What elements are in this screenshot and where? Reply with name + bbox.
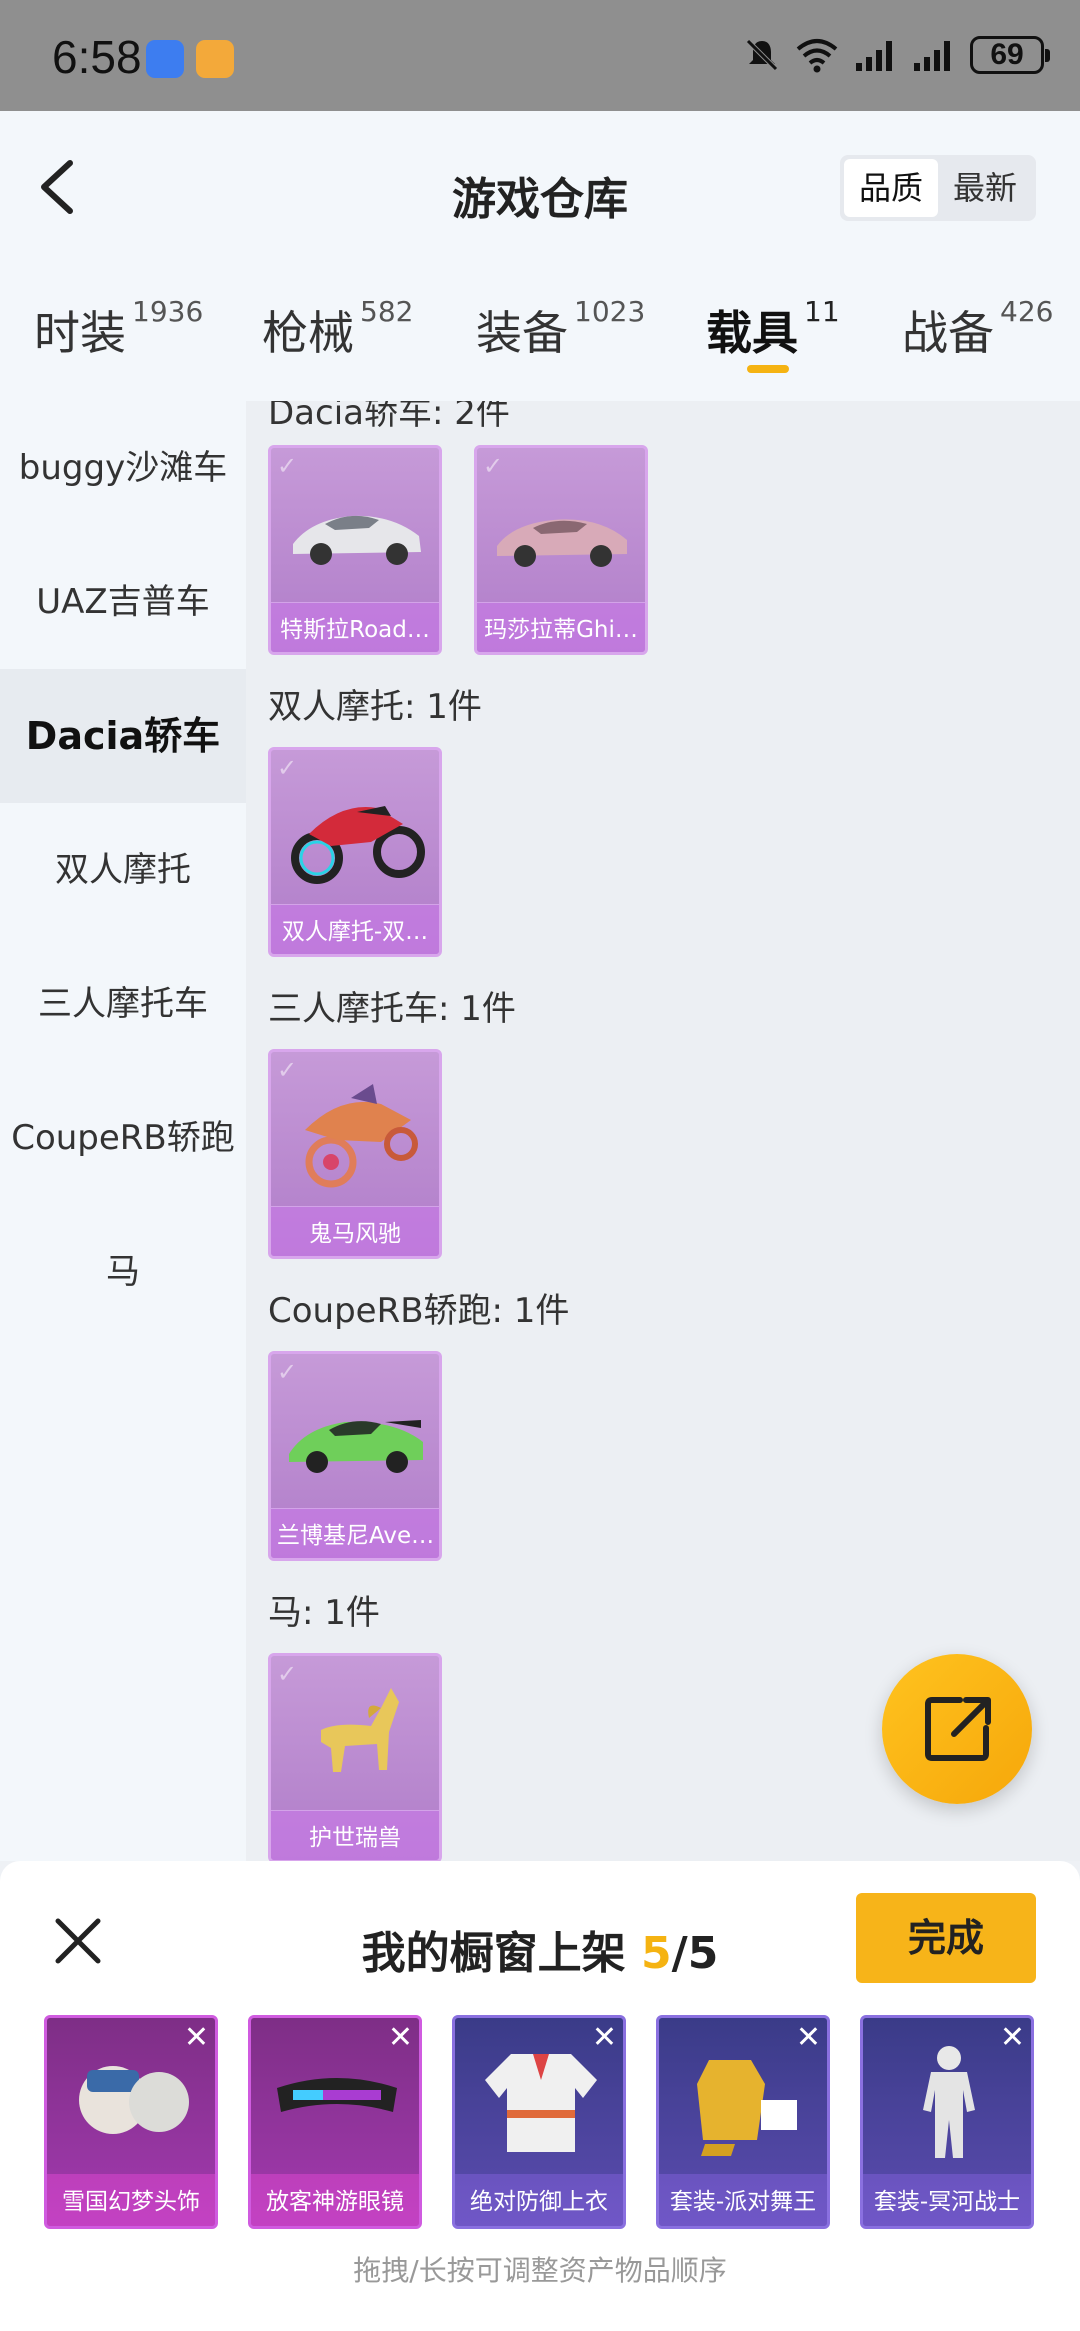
page-header: 游戏仓库 品质 最新 时装 1936 枪械 582 装备 1023 载具 11 战备 42… xyxy=(0,111,1080,401)
sidebar-item-dacia[interactable]: Dacia轿车 xyxy=(0,669,246,803)
showcase-item[interactable]: ✕ 套装-冥河战士 xyxy=(860,2015,1034,2229)
showcase-title-text: 我的橱窗上架 xyxy=(361,1928,641,1979)
notification-app-icon xyxy=(196,40,234,78)
vehicle-name: 兰博基尼Ave… xyxy=(277,1523,435,1549)
sidebar-item-uaz[interactable]: UAZ吉普车 xyxy=(0,535,246,669)
showcase-item-name: 套装-派对舞王 xyxy=(669,2189,817,2215)
status-icons: 69 xyxy=(744,36,1050,74)
battery-indicator: 69 xyxy=(970,36,1050,74)
sort-option-newest[interactable]: 最新 xyxy=(938,159,1032,217)
tab-fashion[interactable]: 时装 1936 xyxy=(34,295,204,387)
car-thumbnail xyxy=(293,515,421,565)
signal-icon xyxy=(914,41,950,71)
car-thumbnail xyxy=(497,519,627,567)
showcase-item[interactable]: ✕ 套装-派对舞王 xyxy=(656,2015,830,2229)
remove-icon[interactable]: ✕ xyxy=(592,2020,617,2055)
tab-supplies[interactable]: 战备 426 xyxy=(902,295,1054,387)
outfit-thumbnail xyxy=(923,2046,975,2158)
showcase-item[interactable]: ✕ 雪国幻梦头饰 xyxy=(44,2015,218,2229)
remove-icon[interactable]: ✕ xyxy=(388,2020,413,2055)
section-title: Dacia轿车: 2件 xyxy=(268,401,510,433)
notification-app-icon xyxy=(146,40,184,78)
motorcycle-thumbnail xyxy=(305,1084,418,1188)
share-fab[interactable] xyxy=(882,1654,1032,1804)
vehicle-name: 玛莎拉蒂Ghi… xyxy=(484,617,638,643)
showcase-count: 5 xyxy=(641,1928,672,1979)
showcase-panel: 我的橱窗上架 5/5 完成 ✕ 雪国幻梦头饰 ✕ 放客神游眼镜 ✕ 绝对防御上衣… xyxy=(0,1861,1080,2331)
done-button[interactable]: 完成 xyxy=(856,1893,1036,1983)
tab-count: 11 xyxy=(804,295,840,328)
section-title: 马: 1件 xyxy=(268,1593,380,1633)
tab-count: 1023 xyxy=(574,295,646,328)
section-title: 三人摩托车: 1件 xyxy=(268,989,516,1029)
remove-icon[interactable]: ✕ xyxy=(796,2020,821,2055)
active-tab-indicator xyxy=(747,365,789,373)
tab-equipment[interactable]: 装备 1023 xyxy=(476,295,646,387)
headwear-thumbnail xyxy=(79,2066,189,2134)
showcase-item[interactable]: ✕ 放客神游眼镜 xyxy=(248,2015,422,2229)
car-thumbnail xyxy=(289,1420,423,1473)
status-bar: 6:58 69 xyxy=(0,0,1080,111)
mute-icon xyxy=(746,39,778,71)
tab-label: 枪械 xyxy=(262,306,354,360)
vehicle-card[interactable]: ✓ 护世瑞兽 xyxy=(268,1653,442,1861)
section-title: CoupeRB轿跑: 1件 xyxy=(268,1291,570,1331)
category-tabs: 时装 1936 枪械 582 装备 1023 载具 11 战备 426 xyxy=(0,295,1080,387)
share-icon xyxy=(925,1697,991,1761)
vehicle-name: 特斯拉Road… xyxy=(280,617,430,643)
sidebar-item-horse[interactable]: 马 xyxy=(0,1205,246,1339)
sidebar-item-three-seat-moto[interactable]: 三人摩托车 xyxy=(0,937,246,1071)
showcase-item-name: 雪国幻梦头饰 xyxy=(62,2189,200,2215)
glasses-thumbnail xyxy=(277,2078,397,2112)
tab-guns[interactable]: 枪械 582 xyxy=(262,295,414,387)
tab-count: 426 xyxy=(1000,295,1054,328)
remove-icon[interactable]: ✕ xyxy=(184,2020,209,2055)
showcase-item-name: 放客神游眼镜 xyxy=(266,2189,404,2215)
remove-icon[interactable]: ✕ xyxy=(1000,2020,1025,2055)
tab-label: 时装 xyxy=(34,306,126,360)
vehicle-list[interactable]: Dacia轿车: 2件 ✓ 特斯拉Road… ✓ 玛莎拉蒂Ghi… 双人摩托: … xyxy=(246,401,1080,1861)
sidebar-item-coupe[interactable]: CoupeRB轿跑 xyxy=(0,1071,246,1205)
vehicle-card[interactable]: ✓ 鬼马风驰 xyxy=(268,1049,442,1259)
tab-count: 1936 xyxy=(132,295,204,328)
showcase-item[interactable]: ✕ 绝对防御上衣 xyxy=(452,2015,626,2229)
vehicle-card[interactable]: ✓ 兰博基尼Ave… xyxy=(268,1351,442,1561)
vehicle-card[interactable]: ✓ 玛莎拉蒂Ghi… xyxy=(474,445,648,655)
sort-option-quality[interactable]: 品质 xyxy=(844,159,938,217)
tab-label: 装备 xyxy=(476,306,568,360)
vehicle-name: 护世瑞兽 xyxy=(309,1825,401,1851)
vehicle-type-sidebar: buggy沙滩车 UAZ吉普车 Dacia轿车 双人摩托 三人摩托车 Coupe… xyxy=(0,401,246,1861)
vehicle-card[interactable]: ✓ 双人摩托-双… xyxy=(268,747,442,957)
motorcycle-thumbnail xyxy=(291,806,425,884)
tab-vehicles[interactable]: 载具 11 xyxy=(706,295,840,387)
wifi-icon xyxy=(796,39,838,73)
vehicle-card[interactable]: ✓ 特斯拉Road… xyxy=(268,445,442,655)
horse-thumbnail xyxy=(321,1688,399,1772)
outfit-thumbnail xyxy=(697,2060,797,2156)
jacket-thumbnail xyxy=(485,2054,597,2152)
sidebar-item-two-seat-moto[interactable]: 双人摩托 xyxy=(0,803,246,937)
section-title: 双人摩托: 1件 xyxy=(268,687,482,727)
showcase-item-name: 绝对防御上衣 xyxy=(470,2189,608,2215)
tab-label: 载具 xyxy=(706,306,798,360)
vehicle-name: 双人摩托-双… xyxy=(281,919,429,945)
tab-count: 582 xyxy=(360,295,414,328)
status-time: 6:58 xyxy=(52,31,142,83)
tab-label: 战备 xyxy=(902,306,994,360)
showcase-total: /5 xyxy=(671,1928,719,1979)
sidebar-item-buggy[interactable]: buggy沙滩车 xyxy=(0,401,246,535)
signal-icon xyxy=(856,41,892,71)
reorder-hint: 拖拽/长按可调整资产物品顺序 xyxy=(353,2254,727,2287)
sort-toggle: 品质 最新 xyxy=(840,155,1036,221)
vehicle-name: 鬼马风驰 xyxy=(309,1221,401,1247)
showcase-item-name: 套装-冥河战士 xyxy=(873,2189,1021,2215)
